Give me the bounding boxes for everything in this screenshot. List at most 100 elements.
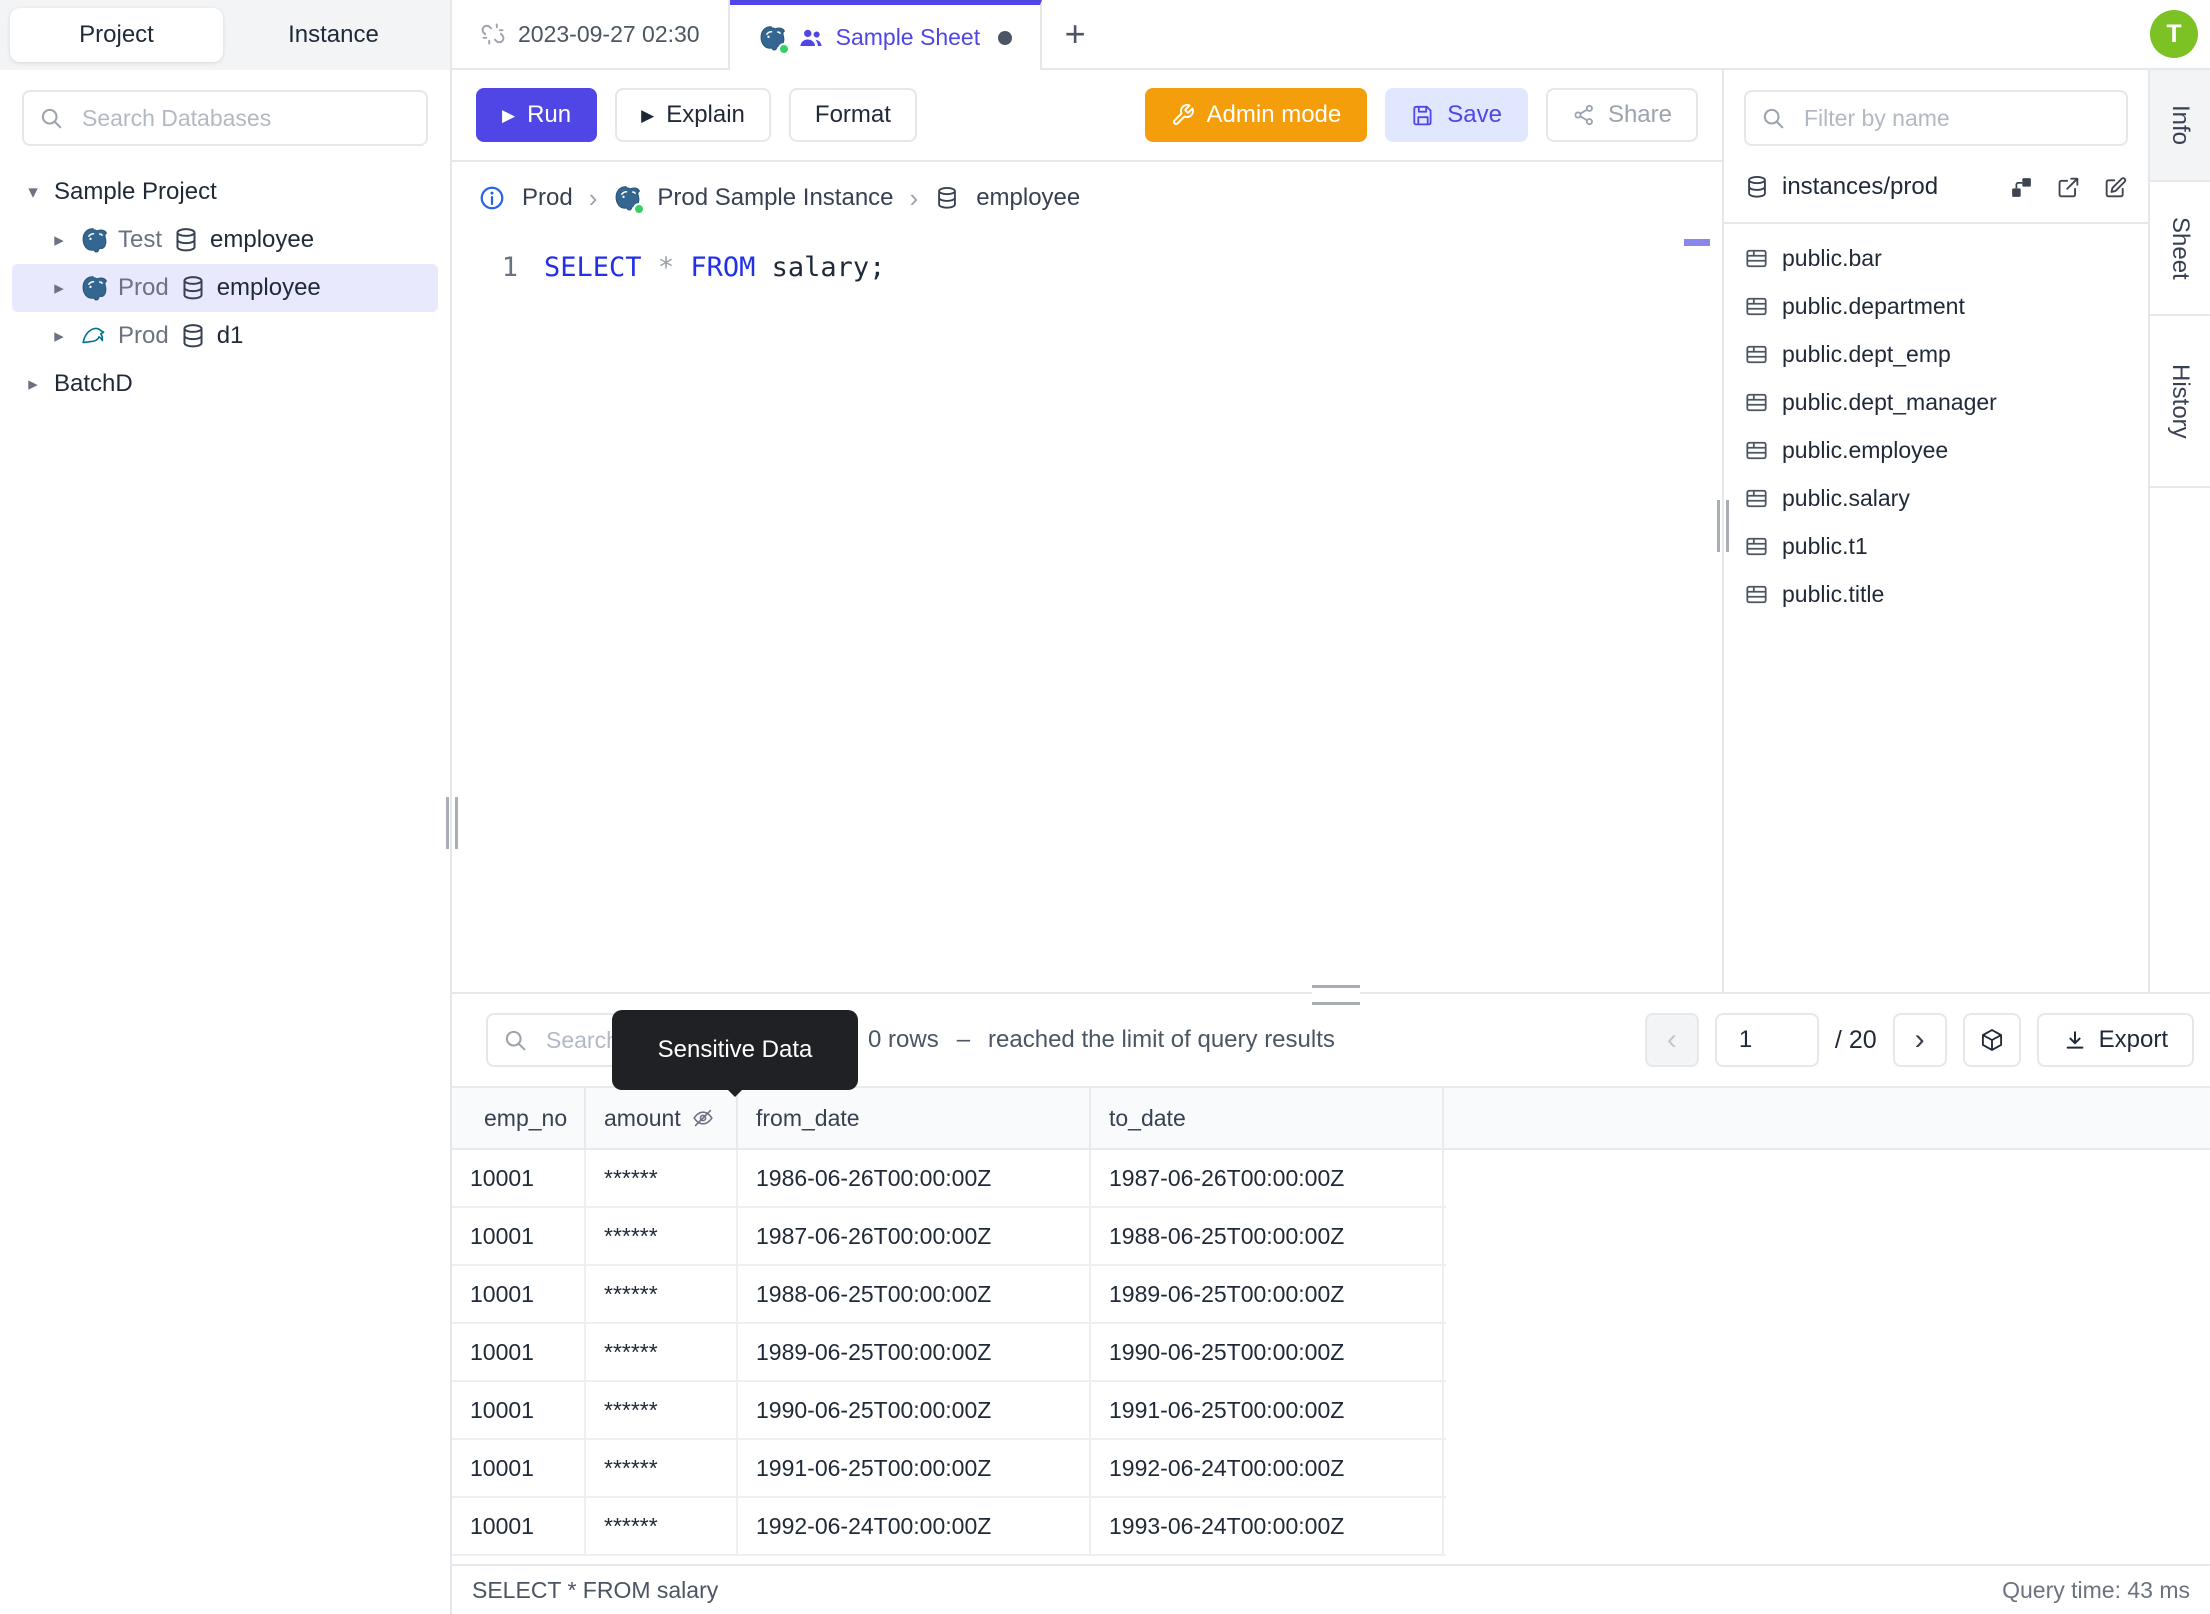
chevron-right-icon[interactable] [22, 373, 44, 396]
tree-item-test-employee[interactable]: Test employee [0, 216, 450, 264]
sql-editor[interactable]: 1 SELECT * FROM salary; [452, 234, 1722, 992]
chevron-right-icon [589, 183, 598, 214]
table-row[interactable]: 10001 ****** 1988-06-25T00:00:00Z 1989-0… [452, 1266, 1446, 1324]
cell-amount-masked[interactable]: ****** [586, 1440, 738, 1496]
sql-keyword: FROM [690, 251, 756, 283]
table-item[interactable]: public.dept_manager [1724, 378, 2148, 426]
table-item[interactable]: public.salary [1724, 474, 2148, 522]
cell-emp-no[interactable]: 10001 [452, 1266, 586, 1322]
cell-from-date[interactable]: 1987-06-26T00:00:00Z [738, 1208, 1091, 1264]
code-line[interactable]: 1 SELECT * FROM salary; [452, 242, 1722, 292]
cell-from-date[interactable]: 1986-06-26T00:00:00Z [738, 1150, 1091, 1206]
table-item[interactable]: public.dept_emp [1724, 330, 2148, 378]
info-icon[interactable] [478, 184, 506, 212]
user-avatar[interactable]: T [2150, 10, 2198, 58]
cell-from-date[interactable]: 1992-06-24T00:00:00Z [738, 1498, 1091, 1554]
sidebar-resize-handle[interactable] [446, 797, 458, 849]
external-link-icon[interactable] [2056, 175, 2081, 200]
cell-to-date[interactable]: 1991-06-25T00:00:00Z [1091, 1382, 1444, 1438]
next-page-button[interactable] [1892, 1013, 1947, 1067]
tab-sheet[interactable]: Sheet [2150, 182, 2210, 316]
table-row[interactable]: 10001 ****** 1992-06-24T00:00:00Z 1993-0… [452, 1498, 1446, 1556]
chevron-right-icon[interactable] [48, 229, 70, 252]
edit-schema-icon[interactable] [2103, 175, 2128, 200]
cell-amount-masked[interactable]: ****** [586, 1150, 738, 1206]
table-row[interactable]: 10001 ****** 1991-06-25T00:00:00Z 1992-0… [452, 1440, 1446, 1498]
sidebar-view-switcher: Project Instance [0, 0, 450, 70]
cell-amount-masked[interactable]: ****** [586, 1324, 738, 1380]
cell-to-date[interactable]: 1993-06-24T00:00:00Z [1091, 1498, 1444, 1554]
table-item[interactable]: public.t1 [1724, 522, 2148, 570]
editor-toolbar: Run Explain Format Admin mode [452, 70, 1722, 162]
cell-from-date[interactable]: 1990-06-25T00:00:00Z [738, 1382, 1091, 1438]
column-header-amount[interactable]: amount [586, 1088, 738, 1148]
tree-item-batchd[interactable]: BatchD [0, 360, 450, 408]
save-label: Save [1447, 101, 1502, 128]
filter-by-name-input[interactable] [1744, 90, 2128, 146]
table-name: public.dept_emp [1782, 340, 1951, 367]
cell-amount-masked[interactable]: ****** [586, 1498, 738, 1554]
header-label: amount [604, 1104, 681, 1131]
cell-to-date[interactable]: 1990-06-25T00:00:00Z [1091, 1324, 1444, 1380]
breadcrumb-instance[interactable]: Prod Sample Instance [657, 184, 893, 212]
tree-item-sample-project[interactable]: Sample Project [0, 168, 450, 216]
save-button[interactable]: Save [1385, 88, 1528, 142]
cell-to-date[interactable]: 1989-06-25T00:00:00Z [1091, 1266, 1444, 1322]
cell-amount-masked[interactable]: ****** [586, 1266, 738, 1322]
admin-mode-button[interactable]: Admin mode [1144, 88, 1368, 142]
cell-to-date[interactable]: 1992-06-24T00:00:00Z [1091, 1440, 1444, 1496]
prev-page-button[interactable] [1644, 1013, 1699, 1067]
run-button[interactable]: Run [476, 88, 598, 142]
cell-emp-no[interactable]: 10001 [452, 1150, 586, 1206]
format-button[interactable]: Format [788, 88, 917, 142]
schema-diagram-icon[interactable] [2009, 175, 2034, 200]
sql-identifier: salary; [755, 251, 886, 283]
export-center-button[interactable] [1962, 1013, 2021, 1067]
tab-instance[interactable]: Instance [227, 8, 440, 62]
breadcrumb-environment[interactable]: Prod [522, 184, 573, 212]
tab-project[interactable]: Project [10, 8, 223, 62]
cell-emp-no[interactable]: 10001 [452, 1498, 586, 1554]
chevron-right-icon[interactable] [48, 277, 70, 300]
table-row[interactable]: 10001 ****** 1989-06-25T00:00:00Z 1990-0… [452, 1324, 1446, 1382]
table-item[interactable]: public.employee [1724, 426, 2148, 474]
new-tab-button[interactable] [1042, 0, 1108, 68]
table-item[interactable]: public.bar [1724, 234, 2148, 282]
export-button[interactable]: Export [2036, 1013, 2194, 1067]
cell-from-date[interactable]: 1991-06-25T00:00:00Z [738, 1440, 1091, 1496]
cell-amount-masked[interactable]: ****** [586, 1382, 738, 1438]
table-row[interactable]: 10001 ****** 1986-06-26T00:00:00Z 1987-0… [452, 1150, 1446, 1208]
cell-emp-no[interactable]: 10001 [452, 1208, 586, 1264]
tab-instance-label: Instance [288, 21, 379, 48]
tab-sheet-unsaved[interactable]: 2023-09-27 02:30 [452, 0, 730, 68]
cell-from-date[interactable]: 1989-06-25T00:00:00Z [738, 1324, 1091, 1380]
share-button[interactable]: Share [1545, 88, 1698, 142]
page-number-input[interactable] [1714, 1013, 1819, 1067]
cell-to-date[interactable]: 1987-06-26T00:00:00Z [1091, 1150, 1444, 1206]
table-row[interactable]: 10001 ****** 1990-06-25T00:00:00Z 1991-0… [452, 1382, 1446, 1440]
tab-history[interactable]: History [2150, 316, 2210, 488]
column-header-to-date[interactable]: to_date [1091, 1088, 1444, 1148]
chevron-down-icon[interactable] [22, 181, 44, 204]
table-row[interactable]: 10001 ****** 1987-06-26T00:00:00Z 1988-0… [452, 1208, 1446, 1266]
cell-to-date[interactable]: 1988-06-25T00:00:00Z [1091, 1208, 1444, 1264]
eye-off-icon[interactable] [691, 1106, 715, 1130]
cell-amount-masked[interactable]: ****** [586, 1208, 738, 1264]
cell-emp-no[interactable]: 10001 [452, 1382, 586, 1438]
cell-emp-no[interactable]: 10001 [452, 1440, 586, 1496]
table-item[interactable]: public.department [1724, 282, 2148, 330]
right-panel-resize-handle[interactable] [1717, 500, 1729, 552]
tree-item-prod-employee[interactable]: Prod employee [12, 264, 438, 312]
table-item[interactable]: public.title [1724, 570, 2148, 618]
column-header-emp-no[interactable]: emp_no [452, 1088, 586, 1148]
explain-button[interactable]: Explain [615, 88, 771, 142]
tree-item-prod-d1[interactable]: Prod d1 [0, 312, 450, 360]
cell-emp-no[interactable]: 10001 [452, 1324, 586, 1380]
tab-info[interactable]: Info [2150, 70, 2210, 182]
cell-from-date[interactable]: 1988-06-25T00:00:00Z [738, 1266, 1091, 1322]
tab-sample-sheet[interactable]: Sample Sheet [729, 0, 1043, 70]
column-header-from-date[interactable]: from_date [738, 1088, 1091, 1148]
breadcrumb-database[interactable]: employee [976, 184, 1080, 212]
chevron-right-icon[interactable] [48, 325, 70, 348]
search-databases-input[interactable] [22, 90, 428, 146]
